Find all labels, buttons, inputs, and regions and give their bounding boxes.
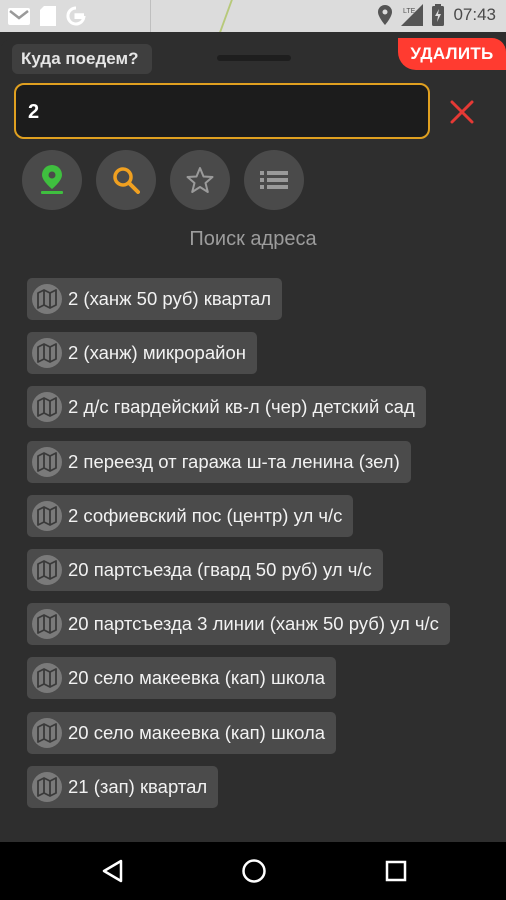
delete-button[interactable]: УДАЛИТЬ <box>398 38 506 70</box>
panel-title: Куда поедем? <box>12 44 153 74</box>
address-item[interactable]: 20 партсъезда (гвард 50 руб) ул ч/с <box>27 548 383 591</box>
map-icon <box>32 554 62 585</box>
search-mode-buttons <box>22 150 304 210</box>
gmail-icon <box>8 7 30 25</box>
map-pin-button[interactable] <box>22 150 82 210</box>
search-icon <box>113 167 140 194</box>
map-icon <box>32 284 62 314</box>
map-icon <box>32 500 62 531</box>
address-label: 21 (зап) квартал <box>68 775 208 797</box>
address-label: 2 д/с гвардейский кв-л (чер) детский сад <box>68 396 415 418</box>
battery-icon <box>432 4 445 26</box>
map-icon <box>32 338 62 369</box>
address-item[interactable]: 2 переезд от гаража ш-та ленина (зел) <box>27 440 411 483</box>
address-label: 20 село макеевка (кап) школа <box>68 721 326 743</box>
map-background-road <box>219 0 249 32</box>
drag-handle[interactable] <box>217 55 291 61</box>
home-button[interactable] <box>239 856 269 886</box>
map-icon <box>32 771 62 802</box>
status-bar: LTE 07:43 <box>0 0 506 32</box>
star-icon <box>186 167 214 193</box>
section-label: Поиск адреса <box>189 228 317 250</box>
clear-button[interactable] <box>446 96 478 128</box>
search-input[interactable] <box>26 97 420 127</box>
address-label: 2 (ханж 50 руб) квартал <box>68 288 272 309</box>
search-field[interactable] <box>14 83 430 139</box>
map-icon <box>32 392 62 423</box>
map-icon <box>32 663 62 694</box>
address-results-list: 2 (ханж 50 руб) квартал 2 (ханж) микрора… <box>27 278 450 820</box>
map-background-line <box>150 0 151 32</box>
address-label: 2 (ханж) микрорайон <box>68 342 246 364</box>
signal-icon: LTE <box>401 4 424 26</box>
sd-card-icon <box>40 6 56 26</box>
address-label: 2 софиевский пос (центр) ул ч/с <box>68 504 343 526</box>
home-icon <box>242 859 266 883</box>
list-button[interactable] <box>244 150 304 210</box>
address-label: 2 переезд от гаража ш-та ленина (зел) <box>68 450 400 472</box>
navigation-bar <box>0 842 506 900</box>
list-icon <box>260 171 288 189</box>
search-mode-button[interactable] <box>96 150 156 210</box>
map-icon <box>32 609 62 640</box>
address-item[interactable]: 20 партсъезда 3 линии (ханж 50 руб) ул ч… <box>27 603 450 646</box>
address-label: 20 село макеевка (кап) школа <box>68 667 326 689</box>
map-icon <box>32 717 62 748</box>
address-item[interactable]: 2 (ханж) микрорайон <box>27 332 257 375</box>
address-item[interactable]: 2 софиевский пос (центр) ул ч/с <box>27 494 354 537</box>
svg-text:LTE: LTE <box>403 8 416 15</box>
clock: 07:43 <box>453 5 496 24</box>
location-icon <box>378 5 393 25</box>
address-item[interactable]: 21 (зап) квартал <box>27 765 219 808</box>
address-label: 20 партсъезда 3 линии (ханж 50 руб) ул ч… <box>68 613 439 635</box>
address-label: 20 партсъезда (гвард 50 руб) ул ч/с <box>68 558 372 580</box>
address-item[interactable]: 2 д/с гвардейский кв-л (чер) детский сад <box>27 386 426 429</box>
favorites-button[interactable] <box>170 150 230 210</box>
back-button[interactable] <box>97 856 127 886</box>
map-pin-icon <box>41 165 63 194</box>
back-icon <box>102 859 123 883</box>
close-icon <box>450 100 474 124</box>
address-item[interactable]: 20 село макеевка (кап) школа <box>27 711 337 754</box>
recents-button[interactable] <box>381 856 411 886</box>
map-icon <box>32 446 62 477</box>
recents-icon <box>385 860 407 882</box>
address-item[interactable]: 2 (ханж 50 руб) квартал <box>27 278 283 320</box>
google-icon <box>66 6 86 26</box>
address-item[interactable]: 20 село макеевка (кап) школа <box>27 657 337 700</box>
